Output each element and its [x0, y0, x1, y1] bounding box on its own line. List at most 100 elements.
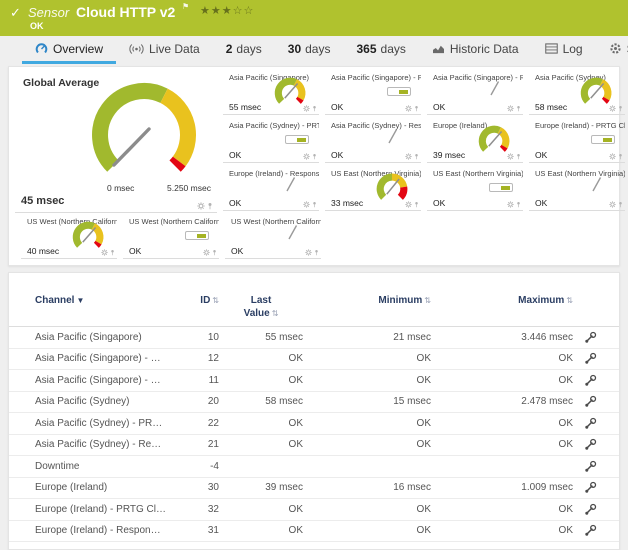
pin-icon[interactable]: [414, 153, 419, 160]
cell-action-icons[interactable]: [203, 249, 217, 256]
channel-settings-icon[interactable]: [584, 438, 597, 451]
pin-icon[interactable]: [516, 201, 521, 208]
pin-icon[interactable]: [110, 249, 115, 256]
cell-action-icons[interactable]: [303, 201, 317, 208]
row-channel[interactable]: Europe (Ireland): [35, 482, 185, 493]
channel-cell[interactable]: Asia Pacific (Sydney) - PRTG … OK: [223, 119, 319, 163]
channel-cell[interactable]: Asia Pacific (Sydney) - Respo… OK: [325, 119, 421, 163]
cell-action-icons[interactable]: [405, 105, 419, 112]
cell-action-icons[interactable]: [609, 105, 623, 112]
row-channel[interactable]: Asia Pacific (Singapore): [35, 332, 185, 343]
gear-icon[interactable]: [609, 153, 616, 160]
row-channel[interactable]: Europe (Ireland) - Respon…: [35, 525, 185, 536]
cell-action-icons[interactable]: [507, 105, 521, 112]
channel-cell[interactable]: US West (Northern California)… OK: [123, 215, 219, 259]
row-channel[interactable]: Asia Pacific (Sydney) - Re…: [35, 439, 185, 450]
row-channel[interactable]: Downtime: [35, 461, 185, 472]
tab-log[interactable]: Log: [532, 36, 596, 64]
header-channel[interactable]: Channel▼: [35, 295, 185, 306]
table-row[interactable]: Europe (Ireland) 30 39 msec 16 msec 1.00…: [9, 478, 619, 500]
header-last-value[interactable]: Last Value⇅: [219, 295, 303, 320]
table-row[interactable]: Asia Pacific (Sydney) - PR… 22 OK OK OK: [9, 413, 619, 435]
channel-cell[interactable]: Europe (Ireland) - PRTG Cloud… OK: [529, 119, 625, 163]
channel-cell[interactable]: Europe (Ireland) - Response C… OK: [223, 167, 319, 211]
gear-icon[interactable]: [405, 201, 412, 208]
pin-icon[interactable]: [618, 153, 623, 160]
table-row[interactable]: Europe (Ireland) - Respon… 31 OK OK OK: [9, 521, 619, 543]
pin-icon[interactable]: [618, 105, 623, 112]
cell-action-icons[interactable]: [507, 201, 521, 208]
table-row[interactable]: Europe (Ireland) - PRTG Cl… 32 OK OK OK: [9, 499, 619, 521]
channel-settings-icon[interactable]: [584, 395, 597, 408]
channel-cell[interactable]: US East (Northern Virginia) 33 msec: [325, 167, 421, 211]
channel-cell[interactable]: Asia Pacific (Singapore) 55 msec: [223, 71, 319, 115]
channel-cell[interactable]: US West (Northern California)… OK: [225, 215, 321, 259]
gear-icon[interactable]: [507, 201, 514, 208]
table-row[interactable]: Asia Pacific (Sydney) - Re… 21 OK OK OK: [9, 435, 619, 457]
gear-icon[interactable]: [303, 153, 310, 160]
priority-stars[interactable]: ★★★☆☆: [200, 4, 254, 17]
gear-icon[interactable]: [507, 105, 514, 112]
gear-icon[interactable]: [203, 249, 210, 256]
cell-action-icons[interactable]: [507, 153, 521, 160]
gear-icon[interactable]: [405, 153, 412, 160]
table-row[interactable]: Asia Pacific (Singapore) - … 11 OK OK OK: [9, 370, 619, 392]
table-row[interactable]: Downtime -4: [9, 456, 619, 478]
channel-cell[interactable]: US West (Northern California) 40 msec: [21, 215, 117, 259]
row-channel[interactable]: Asia Pacific (Sydney) - PR…: [35, 418, 185, 429]
channel-settings-icon[interactable]: [584, 481, 597, 494]
pin-icon[interactable]: [212, 249, 217, 256]
row-channel[interactable]: Asia Pacific (Sydney): [35, 396, 185, 407]
channel-settings-icon[interactable]: [584, 524, 597, 537]
channel-settings-icon[interactable]: [584, 331, 597, 344]
cell-action-icons[interactable]: [609, 201, 623, 208]
flag-icon[interactable]: ⚑: [182, 2, 189, 11]
cell-action-icons[interactable]: [303, 153, 317, 160]
cell-action-icons[interactable]: [405, 153, 419, 160]
gear-icon[interactable]: [405, 105, 412, 112]
gear-icon[interactable]: [303, 201, 310, 208]
tab-overview[interactable]: Overview: [22, 36, 116, 64]
channel-settings-icon[interactable]: [584, 374, 597, 387]
gear-icon[interactable]: [303, 105, 310, 112]
header-id[interactable]: ID⇅: [185, 295, 219, 306]
gear-icon[interactable]: [507, 153, 514, 160]
channel-cell[interactable]: Europe (Ireland) 39 msec: [427, 119, 523, 163]
channel-cell[interactable]: Asia Pacific (Singapore) - Res… OK: [427, 71, 523, 115]
header-minimum[interactable]: Minimum⇅: [303, 295, 431, 306]
row-channel[interactable]: Asia Pacific (Singapore) - …: [35, 353, 185, 364]
pin-icon[interactable]: [618, 201, 623, 208]
pin-icon[interactable]: [414, 105, 419, 112]
channel-settings-icon[interactable]: [584, 460, 597, 473]
tab-live-data[interactable]: Live Data: [116, 36, 213, 64]
tab-settings[interactable]: Settings: [596, 36, 628, 64]
channel-cell[interactable]: US East (Northern Virginia) - … OK: [427, 167, 523, 211]
channel-settings-icon[interactable]: [584, 503, 597, 516]
gear-icon[interactable]: [609, 105, 616, 112]
pin-icon[interactable]: [414, 201, 419, 208]
tab-historic-data[interactable]: Historic Data: [419, 36, 532, 64]
channel-settings-icon[interactable]: [584, 352, 597, 365]
cell-action-icons[interactable]: [303, 105, 317, 112]
pin-icon[interactable]: [314, 249, 319, 256]
tab-365-days[interactable]: 365days: [343, 36, 418, 64]
cell-action-icons[interactable]: [101, 249, 115, 256]
gear-icon[interactable]: [305, 249, 312, 256]
row-channel[interactable]: Europe (Ireland) - PRTG Cl…: [35, 504, 185, 515]
cell-action-icons[interactable]: [609, 153, 623, 160]
pin-icon[interactable]: [312, 153, 317, 160]
pin-icon[interactable]: [312, 201, 317, 208]
pin-icon[interactable]: [516, 153, 521, 160]
tab-2-days[interactable]: 2days: [213, 36, 275, 64]
gear-icon[interactable]: [101, 249, 108, 256]
channel-cell[interactable]: US East (Northern Virginia) - … OK: [529, 167, 625, 211]
tab-30-days[interactable]: 30days: [275, 36, 344, 64]
row-channel[interactable]: Asia Pacific (Singapore) - …: [35, 375, 185, 386]
channel-settings-icon[interactable]: [584, 417, 597, 430]
channel-cell[interactable]: Asia Pacific (Singapore) - PR… OK: [325, 71, 421, 115]
table-row[interactable]: Asia Pacific (Singapore) - … 12 OK OK OK: [9, 349, 619, 371]
header-maximum[interactable]: Maximum⇅: [431, 295, 573, 306]
cell-action-icons[interactable]: [405, 201, 419, 208]
table-row[interactable]: Asia Pacific (Singapore) 10 55 msec 21 m…: [9, 327, 619, 349]
gear-icon[interactable]: [197, 202, 205, 210]
